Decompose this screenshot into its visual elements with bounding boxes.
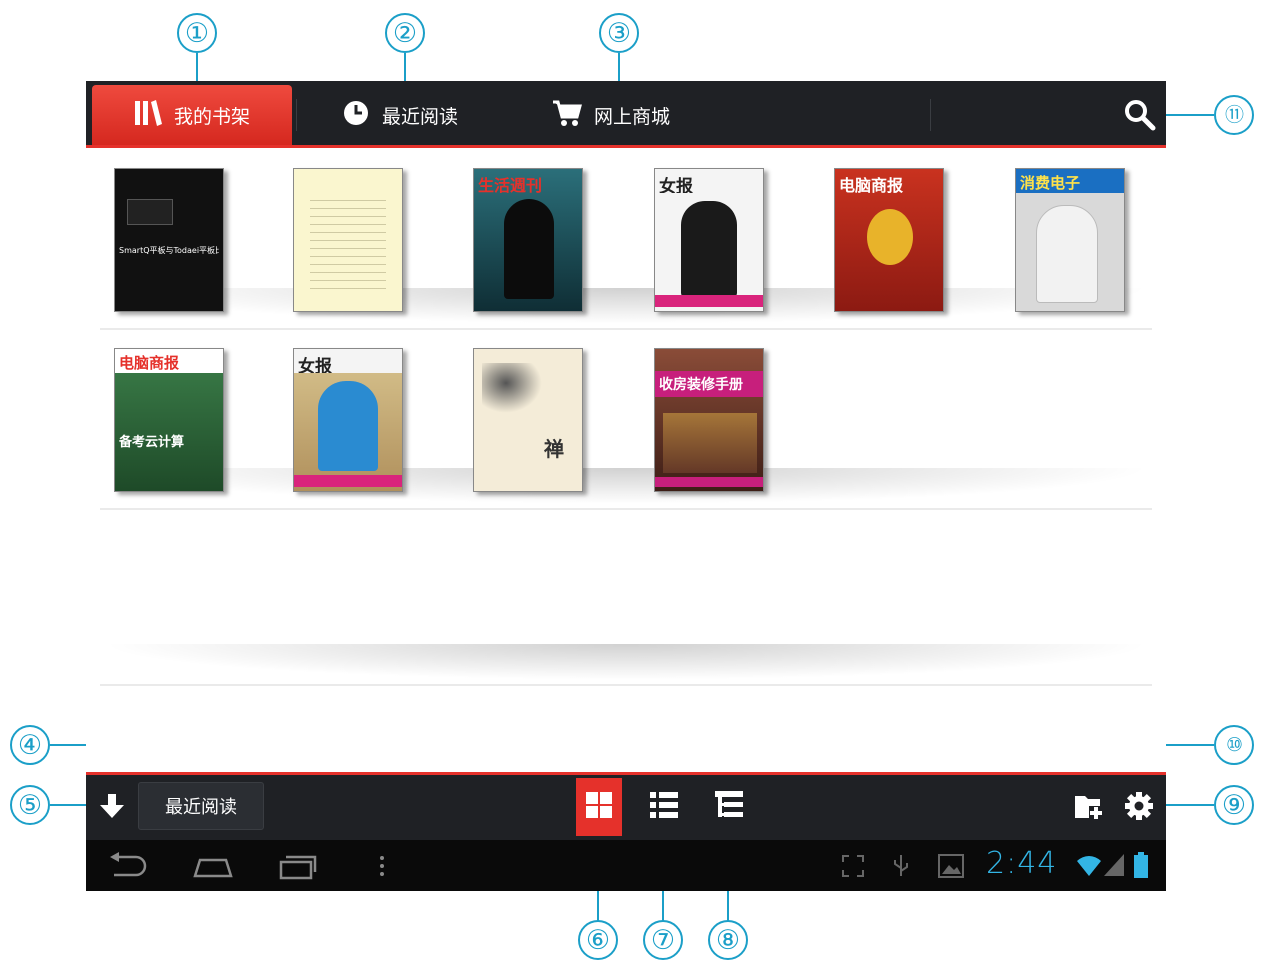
- add-folder-icon[interactable]: [1074, 792, 1106, 822]
- cover-figure: [1036, 205, 1098, 303]
- callout-4: ④: [10, 725, 50, 765]
- book-cover[interactable]: 电脑商报: [834, 168, 944, 312]
- home-icon[interactable]: [192, 854, 234, 882]
- bookshelf-icon: [134, 99, 162, 131]
- tab-divider: [296, 99, 297, 131]
- shelf-line: [100, 328, 1152, 330]
- cover-figure: [681, 201, 737, 297]
- callout-1: ①: [177, 13, 217, 53]
- book-title: 生活週刊: [478, 176, 543, 193]
- status-clock: 2:44: [986, 846, 1058, 881]
- tab-label: 网上商城: [594, 105, 671, 128]
- shelf-line: [100, 508, 1152, 510]
- back-icon[interactable]: [108, 852, 148, 882]
- tree-view-icon: [714, 790, 744, 824]
- book-cover[interactable]: 禅: [473, 348, 583, 492]
- recent-reading-button[interactable]: 最近阅读: [138, 782, 264, 830]
- book-cover[interactable]: 女报: [293, 348, 403, 492]
- book-cover[interactable]: 电脑商报 备考云计算: [114, 348, 224, 492]
- image-icon: [938, 854, 964, 882]
- book-title: 消费电子: [1016, 169, 1124, 193]
- book-cover[interactable]: 女报: [654, 168, 764, 312]
- book-cover[interactable]: [293, 168, 403, 312]
- top-tab-bar: 我的书架 最近阅读 网上商城: [86, 81, 1166, 148]
- callout-10: ⑩: [1214, 725, 1254, 765]
- book-title: 女报: [659, 177, 693, 193]
- book-title: 电脑商报: [839, 176, 904, 193]
- toc-lines: [310, 193, 386, 293]
- callout-11: ⑪: [1214, 95, 1254, 135]
- tab-divider: [930, 99, 931, 131]
- cover-logo: [127, 199, 173, 225]
- callout-8: ⑧: [708, 920, 748, 960]
- grid-view-button[interactable]: [576, 778, 622, 836]
- tab-my-bookshelf[interactable]: 我的书架: [92, 85, 292, 145]
- cover-figure: [318, 381, 378, 471]
- callout-9: ⑨: [1214, 785, 1254, 825]
- list-view-button[interactable]: [641, 778, 687, 836]
- callout-2: ②: [385, 13, 425, 53]
- book-cover[interactable]: SmartQ平板与Todaei平板比较: [114, 168, 224, 312]
- overflow-menu-icon[interactable]: [378, 854, 386, 882]
- tab-label: 我的书架: [173, 105, 250, 128]
- wifi-icon: [1076, 854, 1102, 880]
- tab-recent-reading[interactable]: 最近阅读: [342, 85, 458, 145]
- cover-figure: [504, 199, 554, 299]
- callout-3: ③: [599, 13, 639, 53]
- fullscreen-icon: [842, 855, 864, 881]
- download-icon[interactable]: [98, 792, 126, 820]
- cover-banner: [294, 475, 402, 487]
- grid-view-icon: [585, 791, 613, 823]
- callout-5: ⑤: [10, 785, 50, 825]
- battery-icon: [1134, 852, 1148, 882]
- cover-room-photo: [663, 413, 757, 473]
- book-title: SmartQ平板与Todaei平板比较: [119, 246, 219, 255]
- cover-banner: [655, 295, 763, 307]
- callout-6: ⑥: [578, 920, 618, 960]
- book-title: 禅: [544, 437, 564, 461]
- book-subtitle: 备考云计算: [119, 435, 185, 450]
- tab-online-store[interactable]: 网上商城: [552, 85, 670, 145]
- recent-apps-icon[interactable]: [278, 852, 318, 884]
- cover-emblem: [867, 209, 913, 265]
- bottom-toolbar: 最近阅读: [86, 772, 1166, 840]
- shelf-shadow: [100, 468, 1152, 504]
- signal-icon: [1104, 854, 1124, 880]
- callout-7: ⑦: [643, 920, 683, 960]
- cover-banner: [655, 477, 763, 487]
- book-cover[interactable]: 生活週刊: [473, 168, 583, 312]
- shelf-line: [100, 684, 1152, 686]
- system-nav-bar: 2:44: [86, 840, 1166, 891]
- bookshelf: SmartQ平板与Todaei平板比较 生活週刊 女报 电脑商报 消费电子 电脑…: [86, 148, 1166, 772]
- gear-icon[interactable]: [1124, 791, 1154, 821]
- list-view-icon: [649, 791, 679, 823]
- cover-ink-painting: [482, 363, 542, 413]
- cart-icon: [552, 99, 582, 132]
- clock-icon: [342, 99, 370, 132]
- shelf-shadow: [100, 644, 1152, 680]
- book-title: 收房装修手册: [655, 371, 763, 397]
- book-cover[interactable]: 收房装修手册: [654, 348, 764, 492]
- tab-label: 最近阅读: [382, 105, 459, 128]
- usb-icon: [892, 854, 910, 882]
- book-title: 电脑商报: [115, 349, 223, 373]
- book-title: 女报: [294, 349, 402, 373]
- shelf-shadow: [100, 288, 1152, 324]
- book-cover[interactable]: 消费电子: [1015, 168, 1125, 312]
- search-icon[interactable]: [1122, 97, 1156, 131]
- tree-view-button[interactable]: [706, 778, 752, 836]
